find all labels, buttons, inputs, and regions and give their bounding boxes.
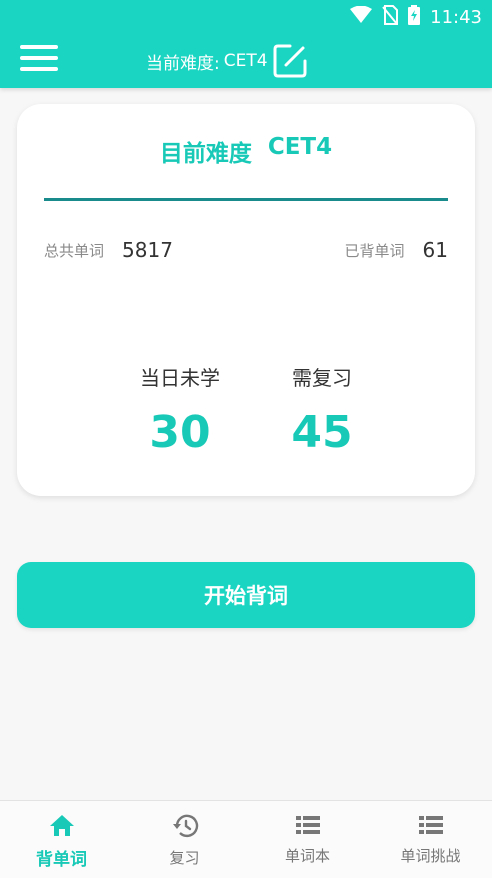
home-icon bbox=[49, 813, 75, 841]
learned-words-label: 已背单词 bbox=[344, 241, 405, 260]
today-unlearned-label: 当日未学 bbox=[140, 366, 220, 390]
toolbar-difficulty: 当前难度: CET4 bbox=[146, 43, 308, 79]
nav-tab-memorize-label: 背单词 bbox=[36, 850, 87, 870]
need-review-value: 45 bbox=[291, 407, 353, 458]
menu-icon[interactable] bbox=[20, 45, 58, 75]
total-words-label: 总共单词 bbox=[44, 241, 105, 260]
difficulty-card: 目前难度 CET4 总共单词 5817 已背单词 61 当日未学 30 需复习 … bbox=[17, 104, 475, 496]
nav-tab-challenge[interactable]: 单词挑战 bbox=[369, 801, 492, 878]
nav-tab-review-label: 复习 bbox=[169, 849, 200, 867]
total-words-value: 5817 bbox=[122, 238, 173, 262]
nav-tab-wordbook[interactable]: 单词本 bbox=[246, 801, 369, 878]
list-icon bbox=[295, 813, 321, 841]
card-title-label: 目前难度 bbox=[159, 141, 252, 167]
card-title: 目前难度 CET4 bbox=[17, 134, 475, 168]
card-divider bbox=[44, 198, 448, 201]
need-review: 需复习 45 bbox=[279, 362, 365, 458]
history-icon bbox=[171, 813, 199, 843]
nav-tab-review[interactable]: 复习 bbox=[123, 801, 246, 878]
battery-charging-icon bbox=[408, 5, 421, 29]
app-root: 11:43 当前难度: CET4 目前难度 CET4 总共单词 5817 已背单… bbox=[0, 0, 492, 878]
toolbar-difficulty-label: 当前难度: bbox=[146, 53, 220, 74]
today-unlearned-value: 30 bbox=[149, 407, 211, 458]
list-icon bbox=[418, 813, 444, 841]
total-words: 总共单词 5817 bbox=[44, 234, 173, 266]
bottom-nav: 背单词 复习 单词本 单词挑战 bbox=[0, 800, 492, 878]
no-sim-icon bbox=[382, 5, 399, 29]
learned-words: 已背单词 61 bbox=[345, 234, 448, 266]
learned-words-value: 61 bbox=[422, 238, 448, 262]
toolbar-difficulty-value: CET4 bbox=[223, 51, 268, 71]
card-title-value: CET4 bbox=[267, 134, 333, 160]
need-review-label: 需复习 bbox=[292, 366, 352, 390]
today-unlearned: 当日未学 30 bbox=[135, 362, 225, 458]
nav-tab-wordbook-label: 单词本 bbox=[284, 847, 330, 865]
status-bar: 11:43 bbox=[350, 5, 482, 29]
wifi-icon bbox=[350, 5, 373, 28]
edit-icon[interactable] bbox=[272, 43, 308, 79]
nav-tab-memorize[interactable]: 背单词 bbox=[0, 801, 123, 878]
start-memorize-button[interactable]: 开始背词 bbox=[17, 562, 475, 628]
top-app-bar: 11:43 当前难度: CET4 bbox=[0, 0, 492, 88]
nav-tab-challenge-label: 单词挑战 bbox=[400, 847, 461, 865]
status-time: 11:43 bbox=[430, 6, 482, 28]
